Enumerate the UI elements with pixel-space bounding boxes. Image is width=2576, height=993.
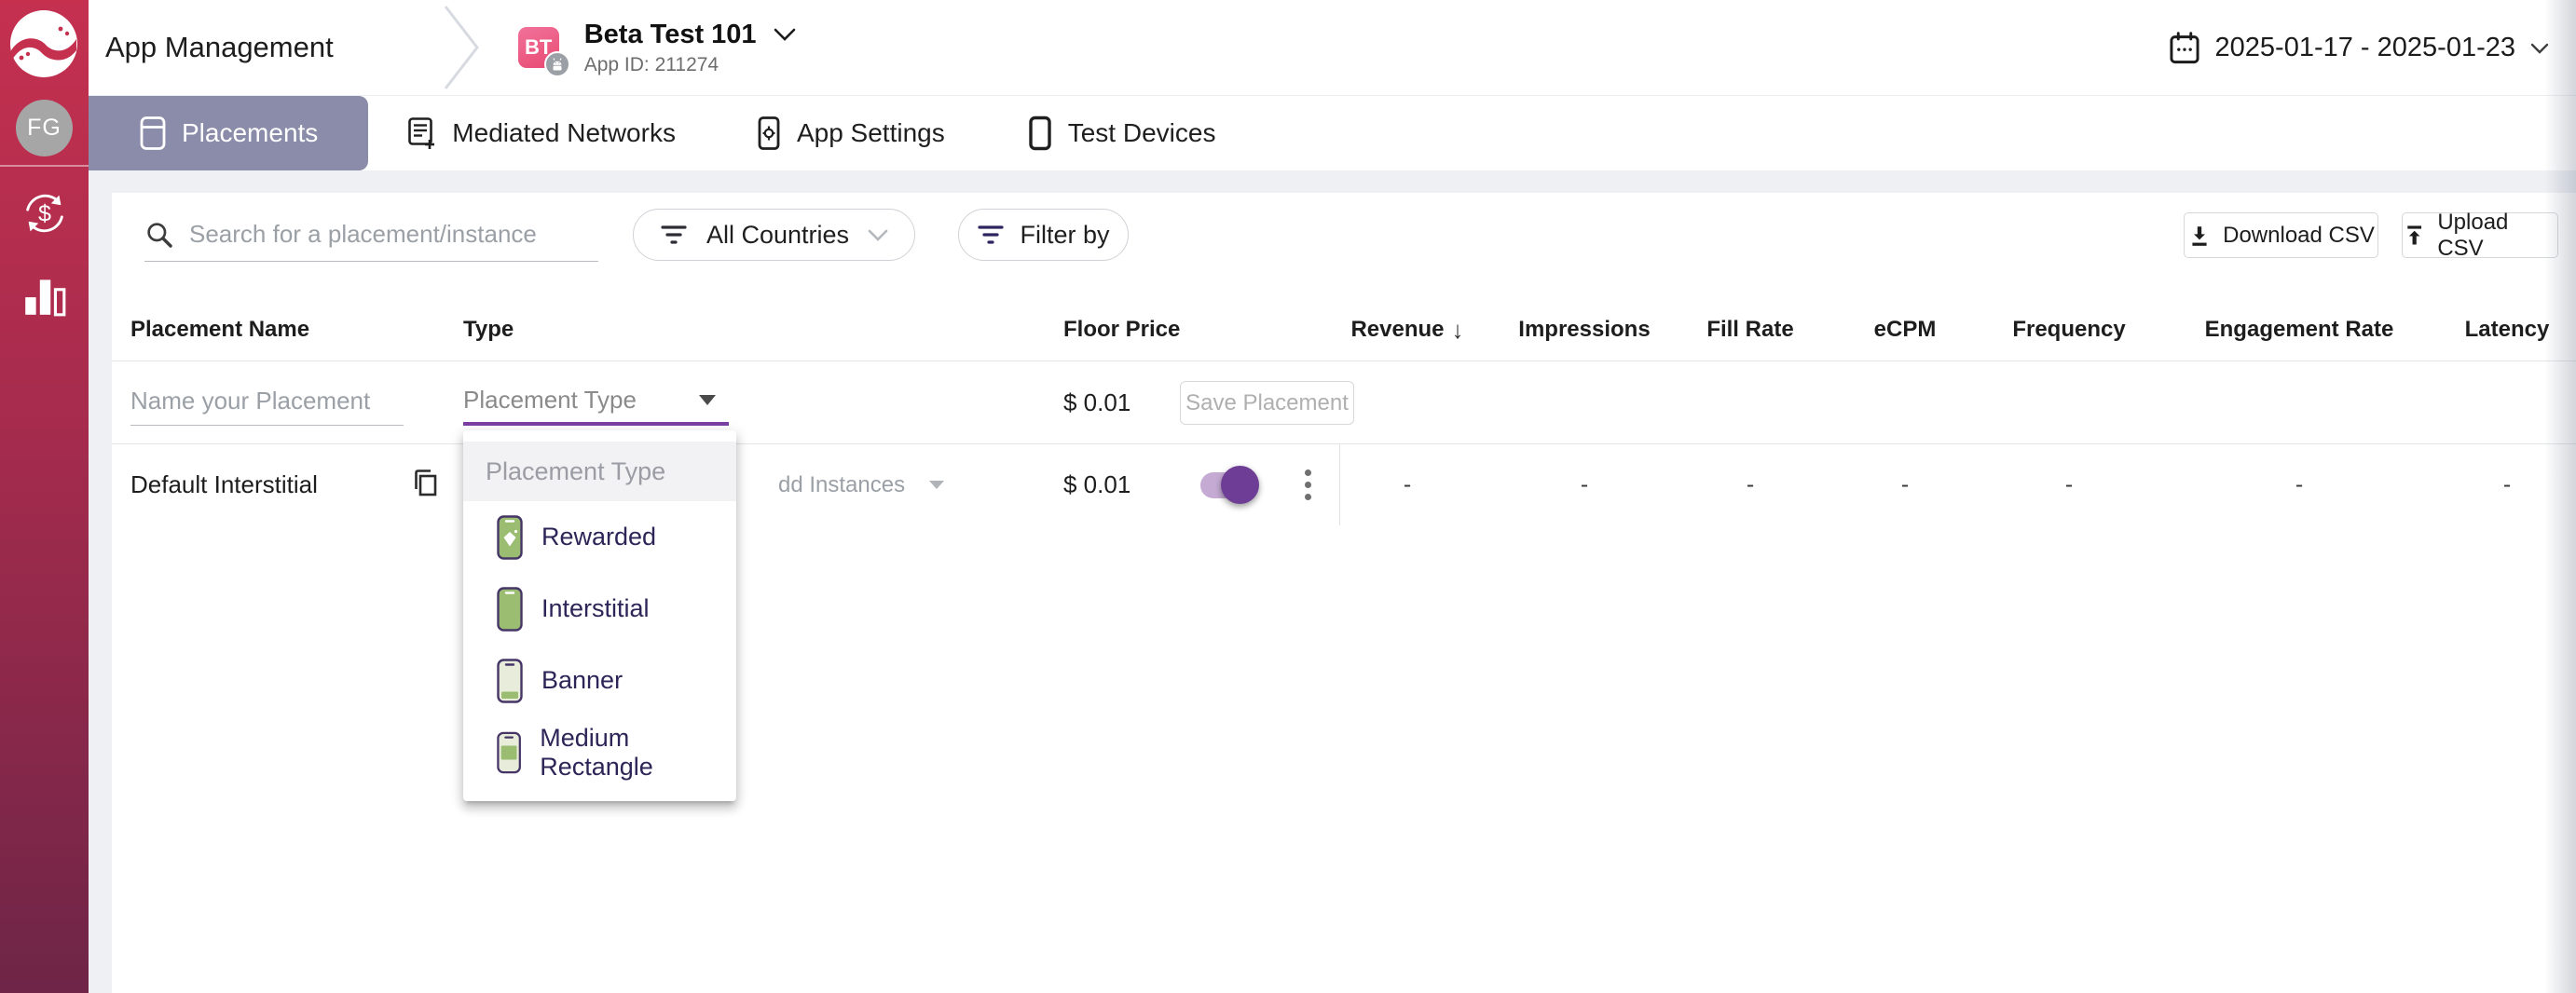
menu-item-label: Medium Rectangle [540, 724, 736, 782]
banner-phone-icon [497, 659, 523, 703]
header: App Management BT [89, 0, 2576, 170]
tab-app-settings[interactable]: App Settings [756, 96, 945, 170]
date-range-text: 2025-01-17 - 2025-01-23 [2215, 33, 2515, 63]
tab-mediated-networks[interactable]: Mediated Networks [407, 96, 676, 170]
sidebar: FG $ [0, 0, 89, 993]
medium-rectangle-phone-icon [497, 730, 521, 775]
date-range-picker[interactable]: 2025-01-17 - 2025-01-23 [2169, 0, 2549, 96]
app-name: Beta Test 101 [584, 20, 757, 50]
upload-icon [2403, 224, 2426, 248]
menu-item-label: Banner [541, 666, 623, 695]
app-selector[interactable]: Beta Test 101 App ID: 211274 [584, 20, 796, 76]
filter-lines-icon [660, 223, 688, 247]
download-csv-button[interactable]: Download CSV [2184, 212, 2378, 258]
column-header-latency: Latency [2400, 298, 2576, 361]
metric-latency: - [2400, 444, 2576, 525]
test-devices-icon [1027, 116, 1053, 151]
search-input[interactable] [189, 220, 598, 249]
menu-item-label: Rewarded [541, 523, 656, 551]
sidebar-divider [0, 165, 89, 167]
placement-type-placeholder: Placement Type [463, 386, 637, 415]
avatar[interactable]: FG [16, 100, 73, 156]
column-header-type: Type [463, 298, 514, 361]
download-icon [2187, 224, 2212, 248]
tab-label: App Settings [797, 118, 945, 148]
metric-frequency: - [1962, 444, 2176, 525]
sort-desc-icon: ↓ [1452, 316, 1464, 345]
brand-swirl-logo[interactable] [8, 8, 79, 79]
page-title: App Management [105, 31, 334, 64]
column-header-engagement-rate: Engagement Rate [2192, 298, 2406, 361]
filter-by-button[interactable]: Filter by [958, 209, 1129, 261]
placements-panel: All Countries Filter by Download C [112, 193, 2576, 993]
floor-price-value: $ 0.01 [1063, 444, 1130, 525]
toggle-thumb [1221, 466, 1259, 504]
tab-label: Placements [182, 118, 318, 148]
placement-type-menu: Placement Type Rewarded Interstitial [463, 430, 736, 801]
search-icon [144, 220, 174, 250]
floor-price-value: $ 0.01 [1063, 361, 1130, 443]
placements-icon [139, 116, 167, 151]
placement-type-menu-header: Placement Type [463, 442, 736, 501]
placement-name-input[interactable] [130, 377, 404, 425]
filter-by-label: Filter by [1020, 221, 1109, 250]
menu-item-interstitial[interactable]: Interstitial [463, 573, 736, 645]
mediated-networks-icon [407, 116, 437, 150]
toolbar: All Countries Filter by Download C [112, 193, 2576, 298]
rewarded-phone-icon [497, 515, 523, 560]
menu-item-rewarded[interactable]: Rewarded [463, 501, 736, 573]
tab-placements[interactable]: Placements [89, 96, 368, 170]
tab-bar: Placements Mediated Networks [89, 96, 2576, 170]
app-settings-icon [756, 116, 782, 151]
column-header-floor-price: Floor Price [1063, 298, 1180, 361]
app-id: App ID: 211274 [584, 54, 796, 76]
filter-lines-icon [977, 223, 1005, 247]
interstitial-phone-icon [497, 587, 523, 632]
menu-item-label: Interstitial [541, 594, 650, 623]
add-instances-label: dd Instances [778, 472, 905, 498]
bar-chart-icon[interactable] [16, 265, 73, 322]
upload-csv-button[interactable]: Upload CSV [2402, 212, 2558, 258]
app-icon[interactable]: BT [518, 27, 559, 68]
chevron-down-icon [2530, 43, 2549, 54]
save-placement-button[interactable]: Save Placement [1180, 381, 1354, 425]
country-filter-label: All Countries [706, 221, 849, 250]
android-icon [544, 51, 570, 77]
chevron-down-icon [774, 28, 796, 41]
placement-name: Default Interstitial [130, 444, 318, 525]
title-row: App Management BT [89, 0, 2576, 96]
copy-icon[interactable] [411, 467, 441, 502]
placement-enabled-toggle[interactable] [1200, 472, 1251, 498]
caret-down-icon [929, 481, 944, 489]
caret-down-icon [699, 395, 716, 405]
add-instances-dropdown[interactable]: dd Instances [778, 444, 944, 525]
download-csv-label: Download CSV [2223, 223, 2375, 249]
placement-type-select[interactable]: Placement Type [463, 377, 729, 426]
metric-engagement-rate: - [2192, 444, 2406, 525]
breadcrumb-chevron-icon [444, 4, 481, 91]
chevron-down-icon [868, 229, 888, 241]
menu-item-banner[interactable]: Banner [463, 645, 736, 716]
tab-test-devices[interactable]: Test Devices [1027, 96, 1216, 170]
table-header-row: Placement Name Type Floor Price Revenue … [112, 298, 2576, 361]
menu-item-medium-rectangle[interactable]: Medium Rectangle [463, 716, 736, 788]
column-header-frequency: Frequency [1962, 298, 2176, 361]
currency-sync-icon[interactable]: $ [16, 184, 73, 241]
placement-name-field [130, 377, 404, 426]
search-box [144, 208, 598, 262]
column-header-placement-name: Placement Name [130, 298, 309, 361]
tab-label: Test Devices [1068, 118, 1216, 148]
upload-csv-label: Upload CSV [2437, 210, 2557, 262]
svg-text:$: $ [38, 200, 51, 226]
app-management-page: FG $ App Management [0, 0, 2576, 993]
calendar-icon [2169, 32, 2200, 65]
country-filter-dropdown[interactable]: All Countries [633, 209, 915, 261]
tab-label: Mediated Networks [452, 118, 676, 148]
